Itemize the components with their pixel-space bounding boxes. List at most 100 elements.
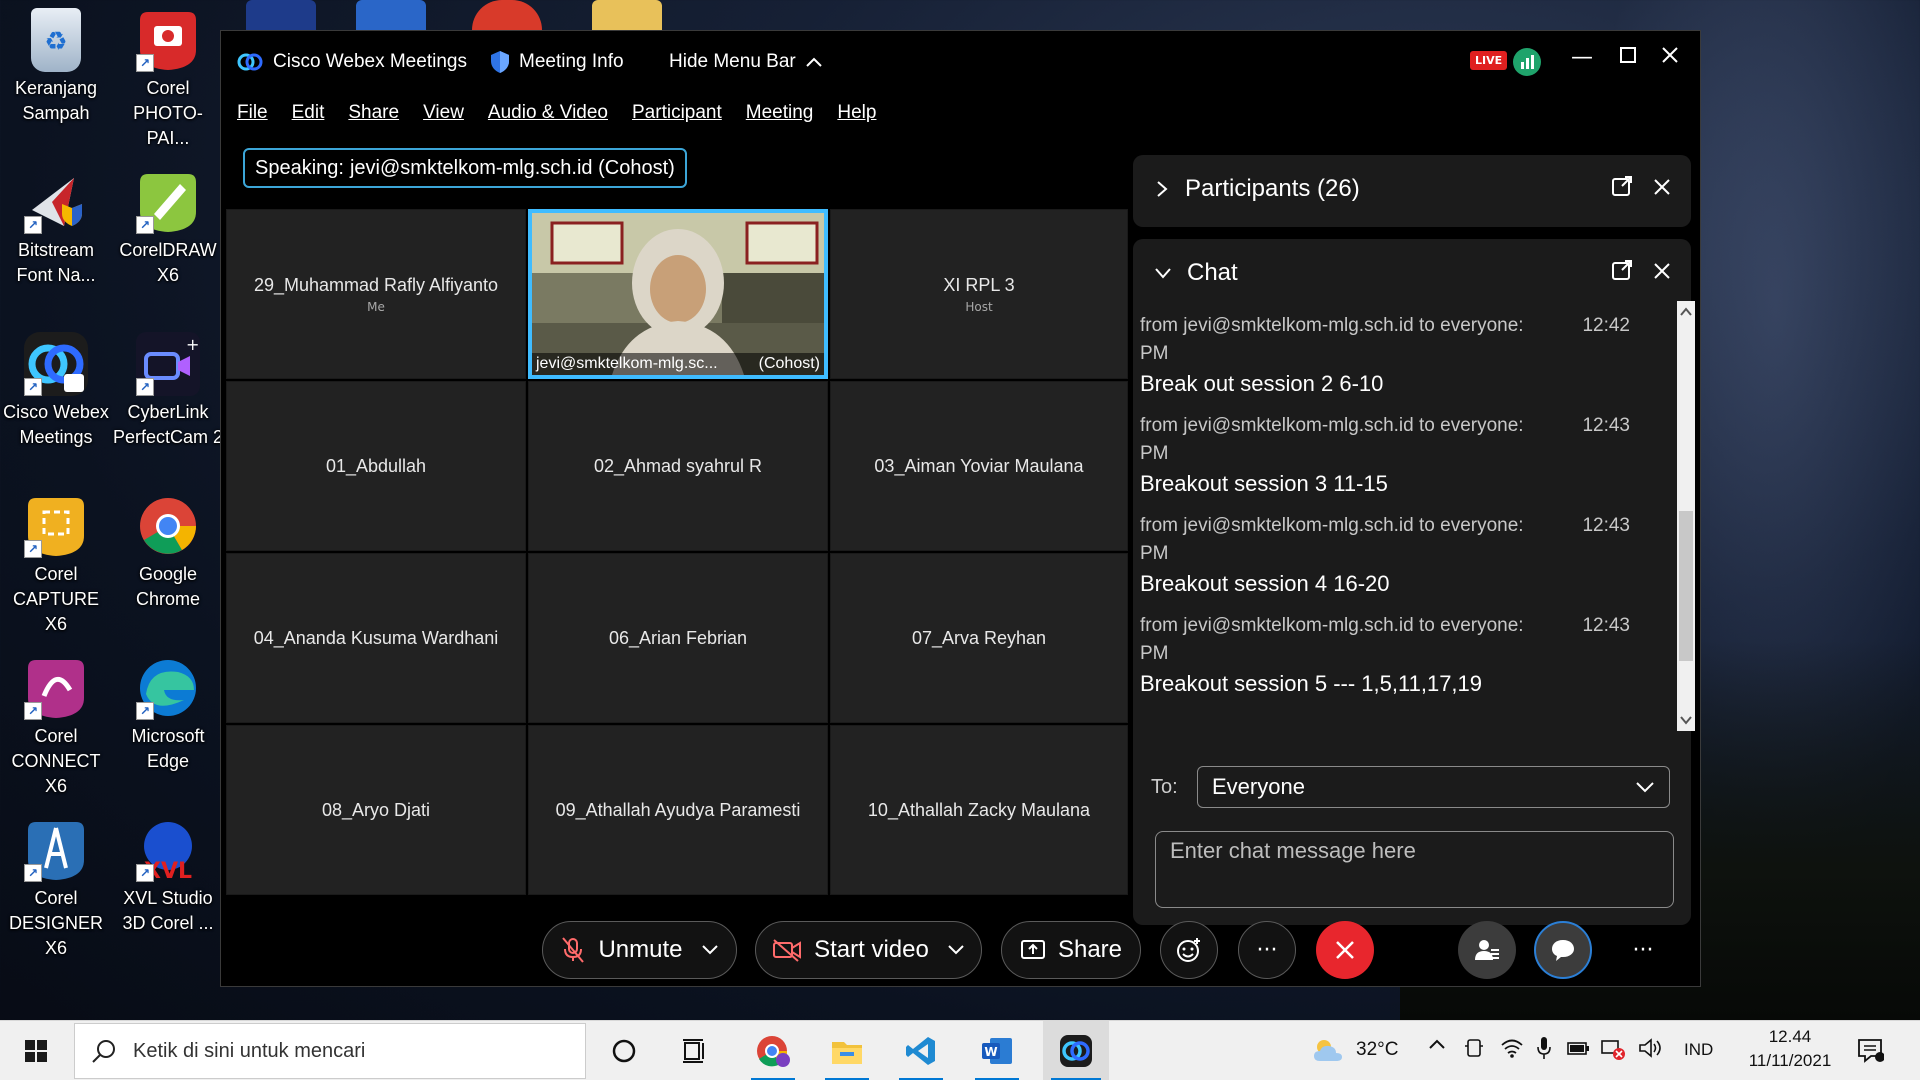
edge-icon: ↗ [136,656,200,720]
video-tile[interactable]: 08_Aryo Djati [226,725,526,895]
participants-icon [1475,940,1499,960]
weather-widget[interactable] [1312,1035,1346,1069]
hide-menu-bar-button[interactable]: Hide Menu Bar [669,51,824,73]
desktop-icon-corel-designer[interactable]: ↗ Corel DESIGNER X6 [0,818,112,961]
chrome-icon [136,494,200,558]
microphone-icon [1537,1037,1551,1059]
battery-status[interactable] [1566,1037,1592,1064]
task-view-button[interactable] [665,1021,725,1080]
volume-control[interactable] [1638,1037,1664,1064]
desktop-icon-cisco-webex[interactable]: ↗ Cisco Webex Meetings [0,332,112,450]
word-icon: W [982,1038,1012,1064]
desktop-icon-recycle-bin[interactable]: ♻ Keranjang Sampah [0,8,112,126]
menu-help[interactable]: Help [837,102,876,124]
chevron-down-icon [1155,268,1171,279]
video-tile[interactable]: 29_Muhammad Rafly Alfiyanto Me [226,209,526,379]
partial-desktop-icon[interactable] [246,0,316,30]
desktop-icon-microsoft-edge[interactable]: ↗ Microsoft Edge [112,656,224,774]
participants-header[interactable]: Participants (26) [1153,175,1360,203]
unmute-button[interactable]: Unmute [542,921,737,979]
more-options-button[interactable]: ··· [1238,921,1296,979]
menu-participant[interactable]: Participant [632,102,722,124]
chat-message-list[interactable]: from jevi@smktelkom-mlg.sch.id to everyo… [1140,311,1660,731]
network-health-icon[interactable] [1513,48,1541,76]
start-video-button[interactable]: Start video [755,921,982,979]
leave-meeting-button[interactable] [1316,921,1374,979]
microphone-status[interactable] [1536,1035,1552,1066]
maximize-button[interactable] [1619,45,1637,70]
taskbar-vscode[interactable] [891,1021,951,1080]
folder-icon [832,1042,862,1064]
perfectcam-icon: + ↗ [136,332,200,396]
chevron-down-icon [701,945,718,955]
chat-message-input[interactable]: Enter chat message here [1155,831,1674,908]
video-tile-active-speaker[interactable]: jevi@smktelkom-mlg.sc... (Cohost) [528,209,828,379]
partial-desktop-icon[interactable] [592,0,662,30]
desktop-icon-xvl-studio[interactable]: XVL ↗ XVL Studio 3D Corel ... [112,818,224,936]
desktop-icon-bitstream-font-navigator[interactable]: ↗ Bitstream Font Na... [0,170,112,288]
video-tile[interactable]: 02_Ahmad syahrul R [528,381,828,551]
close-participants-button[interactable] [1653,177,1671,202]
desktop-icon-google-chrome[interactable]: Google Chrome [112,494,224,612]
menu-audio-video[interactable]: Audio & Video [488,102,608,124]
video-tile[interactable]: 07_Arva Reyhan [830,553,1128,723]
menu-meeting[interactable]: Meeting [746,102,814,124]
desktop-icon-cyberlink-perfectcam[interactable]: + ↗ CyberLink PerfectCam 2 [112,332,224,450]
menu-file[interactable]: File [237,102,268,124]
close-icon [1662,47,1678,63]
chat-scrollbar[interactable] [1677,301,1695,731]
panel-options-button[interactable]: ··· [1614,921,1672,979]
partial-desktop-icon[interactable] [356,0,426,30]
show-hidden-icons-button[interactable] [1428,1035,1446,1056]
close-window-button[interactable] [1661,45,1679,70]
minimize-button[interactable]: — [1571,45,1593,70]
chevron-up-icon [1429,1039,1445,1049]
popout-icon [1612,260,1632,280]
close-chat-button[interactable] [1653,261,1671,286]
desktop-icon-coreldraw[interactable]: ↗ CorelDRAW X6 [112,170,224,288]
taskbar-search-box[interactable]: Ketik di sini untuk mencari [74,1023,586,1079]
wifi-status[interactable] [1500,1037,1524,1064]
meeting-info-button[interactable]: Meeting Info [489,50,624,74]
webex-meetings-icon: ↗ [24,332,88,396]
video-tile[interactable]: 01_Abdullah [226,381,526,551]
video-tile[interactable]: 10_Athallah Zacky Maulana [830,725,1128,895]
chat-toggle-button[interactable] [1534,921,1592,979]
network-status[interactable] [1600,1037,1626,1066]
taskbar-webex[interactable] [1043,1021,1109,1080]
taskbar-chrome-profile[interactable] [743,1021,803,1080]
video-tile[interactable]: 06_Arian Febrian [528,553,828,723]
corel-connect-icon: ↗ [24,656,88,720]
start-button[interactable] [6,1021,66,1080]
chat-recipient-dropdown[interactable]: Everyone [1197,766,1670,808]
webex-meetings-icon [1060,1035,1092,1067]
desktop-icon-corel-capture[interactable]: ↗ Corel CAPTURE X6 [0,494,112,637]
desktop-icon-corel-connect[interactable]: ↗ Corel CONNECT X6 [0,656,112,799]
partial-desktop-icon[interactable] [472,0,542,30]
chevron-down-icon [1636,782,1654,793]
popout-chat-button[interactable] [1611,259,1633,287]
share-button[interactable]: Share [1001,921,1141,979]
video-tile[interactable]: XI RPL 3 Host [830,209,1128,379]
taskbar-file-explorer[interactable] [817,1021,877,1080]
video-tile[interactable]: 03_Aiman Yoviar Maulana [830,381,1128,551]
tray-device-icon[interactable] [1464,1037,1484,1064]
menu-edit[interactable]: Edit [292,102,325,124]
reactions-button[interactable] [1160,921,1218,979]
cortana-button[interactable] [594,1021,654,1080]
menu-share[interactable]: Share [348,102,399,124]
popout-participants-button[interactable] [1611,175,1633,203]
microphone-muted-icon [562,937,585,963]
video-tile[interactable]: 04_Ananda Kusuma Wardhani [226,553,526,723]
taskbar-clock[interactable]: 12.44 11/11/2021 [1748,1025,1832,1073]
taskbar-word[interactable]: W [967,1021,1027,1080]
video-tile[interactable]: 09_Athallah Ayudya Paramesti [528,725,828,895]
participants-toggle-button[interactable] [1458,921,1516,979]
input-language[interactable]: IND [1684,1040,1713,1060]
action-center-button[interactable] [1856,1037,1885,1068]
search-icon [92,1040,115,1063]
menu-view[interactable]: View [423,102,464,124]
desktop-icon-corel-photo-paint[interactable]: ↗ Corel PHOTO-PAI... [112,8,224,151]
chat-header[interactable]: Chat [1153,259,1238,287]
chat-recipient-row: To: Everyone [1151,766,1670,808]
